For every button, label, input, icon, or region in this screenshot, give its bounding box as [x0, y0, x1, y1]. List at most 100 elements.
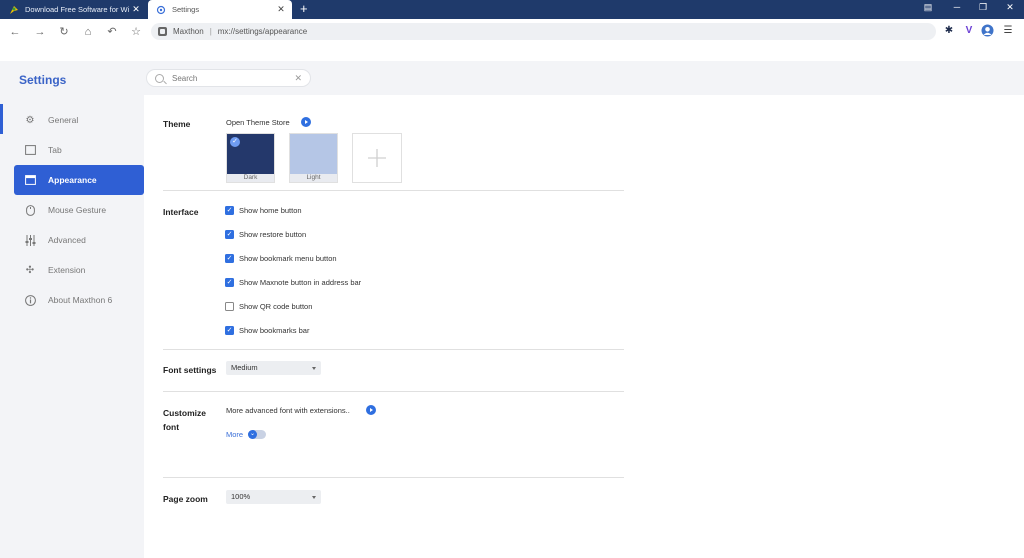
avatar-icon — [981, 24, 993, 37]
theme-name: Dark — [227, 174, 274, 182]
page-title: Settings — [19, 73, 67, 87]
option-label: Show QR code button — [239, 301, 313, 311]
checkbox-checked-icon[interactable]: ✓ — [225, 229, 234, 239]
open-theme-store-link[interactable]: Open Theme Store — [226, 118, 290, 127]
page-zoom-label: Page zoom — [163, 494, 208, 504]
site-favicon-icon — [10, 5, 18, 14]
customize-font-label-line1: Customize — [163, 408, 206, 418]
checkbox-checked-icon[interactable]: ✓ — [225, 205, 234, 215]
sidebar-item-label: Tab — [48, 145, 62, 155]
advanced-font-arrow-icon[interactable] — [366, 405, 376, 415]
address-url[interactable]: mx://settings/appearance — [218, 27, 307, 36]
avatar[interactable] — [980, 24, 994, 38]
active-item-marker — [0, 104, 3, 134]
sliders-icon — [24, 234, 36, 246]
sidebar-item-extension[interactable]: ✣ Extension — [14, 255, 144, 285]
mouse-icon — [24, 204, 36, 216]
sidebar-item-appearance[interactable]: Appearance — [14, 165, 144, 195]
title-bar: Download Free Software for Wind ✕ Settin… — [0, 0, 1024, 19]
page-zoom-select[interactable]: 100% — [226, 490, 321, 504]
selected-check-icon: ✓ — [230, 137, 240, 147]
navigation-bar: ← → ↻ ⌂ ↶ ☆ Maxthon | mx://settings/appe… — [0, 19, 1024, 45]
option-show-bookmark-menu-button[interactable]: ✓ Show bookmark menu button — [225, 252, 337, 264]
chevron-down-icon: ⌄ — [248, 430, 257, 439]
customize-font-label-line2: font — [163, 422, 180, 432]
main-menu-icon[interactable]: ☰ — [1001, 24, 1015, 38]
sidebar-item-label: Advanced — [48, 235, 86, 245]
section-divider — [163, 190, 624, 191]
sidebar-item-about[interactable]: About Maxthon 6 — [14, 285, 144, 315]
sidebar-item-general[interactable]: ⚙ General — [14, 105, 144, 135]
back-icon[interactable]: ← — [7, 24, 23, 40]
page-zoom-value: 100% — [231, 492, 251, 501]
sidebar-item-advanced[interactable]: Advanced — [14, 225, 144, 255]
theme-light-swatch — [290, 134, 337, 174]
home-icon[interactable]: ⌂ — [80, 24, 96, 40]
clear-search-icon[interactable]: ✕ — [294, 73, 302, 84]
font-size-select[interactable]: Medium — [226, 361, 321, 375]
sidebar-item-label: Mouse Gesture — [48, 205, 107, 215]
tab-settings[interactable]: Settings ✕ — [148, 0, 292, 19]
option-label: Show restore button — [239, 229, 307, 239]
checkbox-checked-icon[interactable]: ✓ — [225, 325, 234, 335]
search-box[interactable]: ✕ — [146, 69, 311, 87]
settings-favicon-icon — [156, 5, 166, 14]
theme-section-label: Theme — [163, 119, 191, 129]
font-settings-label: Font settings — [163, 365, 217, 375]
reload-icon[interactable]: ↻ — [56, 24, 72, 40]
new-tab-button[interactable]: + — [300, 1, 308, 16]
option-label: Show bookmark menu button — [239, 253, 337, 263]
restore-icon[interactable]: ↶ — [104, 24, 120, 40]
checkbox-checked-icon[interactable]: ✓ — [225, 277, 234, 287]
font-size-value: Medium — [231, 363, 258, 372]
tab-download-software[interactable]: Download Free Software for Wind ✕ — [0, 0, 147, 19]
vivaldi-extension-icon[interactable]: V — [962, 24, 976, 38]
checkbox-unchecked-icon[interactable] — [225, 301, 234, 311]
section-divider — [163, 391, 624, 392]
open-theme-store-arrow-icon[interactable] — [301, 117, 311, 127]
checkbox-checked-icon[interactable]: ✓ — [225, 253, 234, 263]
tab-icon — [24, 144, 36, 156]
address-site-name: Maxthon — [173, 27, 204, 36]
tab-title: Download Free Software for Wind — [25, 5, 129, 14]
minimize-icon[interactable]: ─ — [950, 2, 964, 12]
address-bar[interactable]: Maxthon | mx://settings/appearance — [151, 23, 936, 40]
theme-dark-card[interactable]: ✓ Dark — [226, 133, 275, 183]
close-tab-icon[interactable]: ✕ — [131, 4, 141, 15]
tab-title: Settings — [172, 5, 200, 14]
close-window-icon[interactable]: ✕ — [1003, 2, 1017, 13]
address-separator: | — [209, 27, 212, 36]
forward-icon[interactable]: → — [32, 24, 48, 40]
info-icon — [24, 294, 36, 306]
tab-menu-icon[interactable]: ▤ — [921, 2, 935, 13]
add-theme-button[interactable] — [352, 133, 402, 183]
extensions-puzzle-icon[interactable]: ✱ — [942, 24, 956, 38]
sidebar-item-mouse-gesture[interactable]: Mouse Gesture — [14, 195, 144, 225]
section-divider — [163, 349, 624, 350]
close-tab-icon[interactable]: ✕ — [276, 4, 286, 15]
sidebar-item-label: General — [48, 115, 79, 125]
sidebar-item-tab[interactable]: Tab — [14, 135, 144, 165]
option-show-bookmarks-bar[interactable]: ✓ Show bookmarks bar — [225, 324, 309, 336]
more-expand-toggle[interactable]: ⌄ — [248, 430, 266, 439]
bookmark-star-icon[interactable]: ☆ — [128, 24, 144, 40]
option-show-restore-button[interactable]: ✓ Show restore button — [225, 228, 306, 240]
restore-window-icon[interactable]: ❐ — [976, 2, 990, 13]
option-show-qr-code-button[interactable]: Show QR code button — [225, 300, 312, 312]
chevron-down-icon — [312, 367, 316, 370]
theme-light-card[interactable]: Light — [289, 133, 338, 183]
search-input[interactable] — [172, 73, 292, 83]
section-divider — [163, 477, 624, 478]
advanced-font-extensions-link[interactable]: More advanced font with extensions.. — [226, 406, 350, 415]
option-show-maxnote-button[interactable]: ✓ Show Maxnote button in address bar — [225, 276, 361, 288]
option-show-home-button[interactable]: ✓ Show home button — [225, 204, 302, 216]
interface-section-label: Interface — [163, 207, 199, 217]
search-icon — [155, 73, 164, 83]
gear-icon: ⚙ — [25, 114, 35, 126]
more-link[interactable]: More — [226, 430, 243, 439]
plus-icon — [368, 149, 386, 167]
sidebar-item-label: About Maxthon 6 — [48, 295, 113, 305]
option-label: Show home button — [239, 205, 302, 215]
page-icon — [158, 27, 167, 36]
puzzle-icon: ✣ — [25, 264, 35, 276]
